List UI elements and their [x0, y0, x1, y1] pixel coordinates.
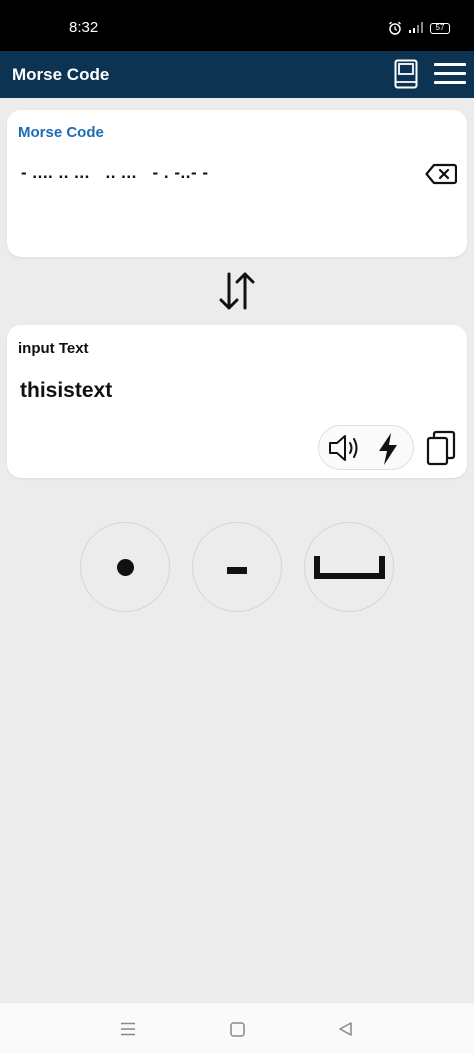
morse-code-card: Morse Code - .... .. ... .. ... - . -..-…: [7, 110, 467, 257]
nav-home-icon[interactable]: [230, 1022, 245, 1037]
menu-icon[interactable]: [434, 63, 466, 85]
status-time: 8:32: [69, 19, 99, 36]
dot-icon: [116, 558, 134, 576]
morse-code-title: Morse Code: [18, 124, 104, 141]
book-icon[interactable]: [394, 59, 418, 89]
morse-code-output[interactable]: - .... .. ... .. ... - . -..- -: [21, 163, 209, 183]
input-text-field[interactable]: thisistext: [20, 379, 112, 403]
system-nav-bar: [0, 1003, 474, 1053]
playback-controls: [318, 425, 414, 470]
space-key-button[interactable]: [304, 522, 394, 612]
alarm-icon: [389, 21, 401, 35]
nav-menu-icon[interactable]: [120, 1022, 136, 1036]
dash-key-button[interactable]: [192, 522, 282, 612]
swap-vertical-icon[interactable]: [216, 270, 258, 312]
input-text-title: input Text: [18, 340, 89, 357]
flash-icon[interactable]: [376, 432, 400, 466]
status-icons: 57: [388, 21, 450, 35]
nav-back-icon[interactable]: [338, 1021, 353, 1037]
signal-icon: [409, 22, 423, 33]
space-icon: [313, 555, 385, 579]
dot-key-button[interactable]: [80, 522, 170, 612]
app-title: Morse Code: [12, 65, 110, 84]
status-bar: 8:32 57: [0, 0, 474, 51]
backspace-icon[interactable]: [425, 163, 457, 185]
dash-icon: [227, 566, 247, 574]
input-text-card: input Text thisistext: [7, 325, 467, 478]
speaker-icon[interactable]: [327, 433, 363, 463]
copy-icon[interactable]: [426, 430, 456, 466]
battery-icon: 57: [430, 22, 450, 34]
